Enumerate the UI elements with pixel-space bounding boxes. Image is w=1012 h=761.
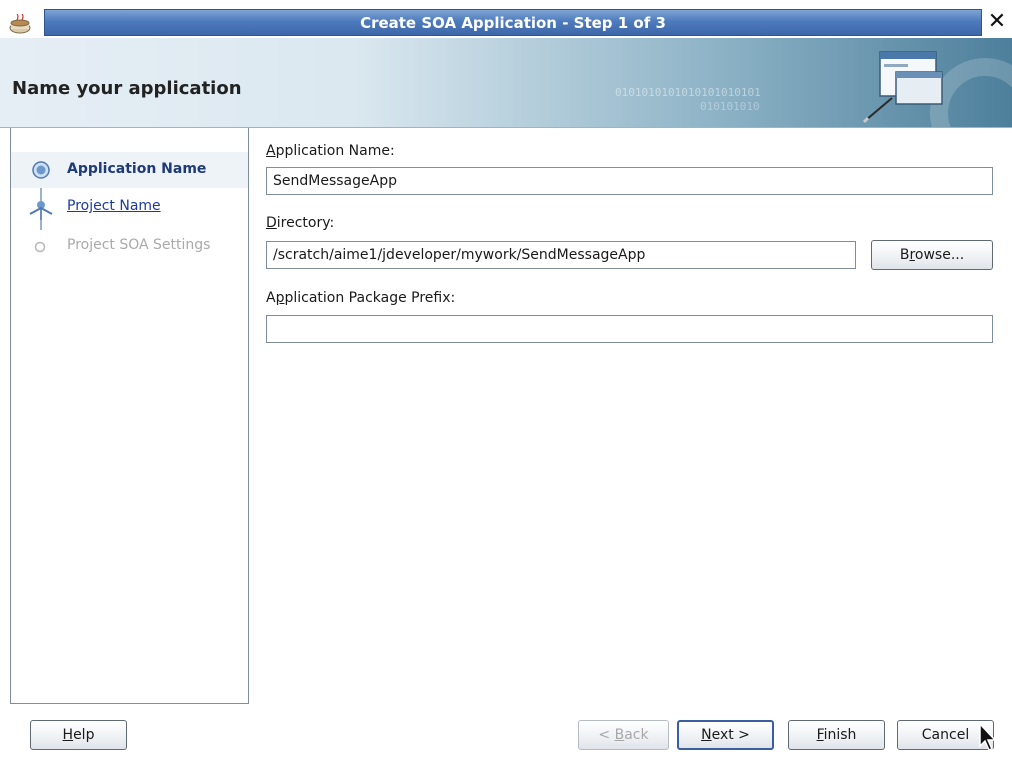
coffee-cup-icon [9, 14, 31, 34]
finish-button[interactable]: Finish [788, 720, 885, 750]
next-step-icon [29, 201, 53, 220]
btn-text: < [598, 727, 615, 743]
step-label: Application Name [67, 161, 207, 177]
label-text: pplication Name: [275, 143, 395, 159]
close-icon: ✕ [987, 9, 1007, 34]
title-bar: Create SOA Application - Step 1 of 3 ✕ [0, 0, 1012, 38]
back-button: < Back [578, 720, 669, 750]
title-bar-strip[interactable]: Create SOA Application - Step 1 of 3 [44, 9, 982, 36]
application-name-input[interactable]: SendMessageApp [266, 167, 993, 195]
current-step-icon [32, 161, 50, 179]
next-button[interactable]: Next > [677, 720, 774, 750]
label-text: plication Package Prefix: [284, 290, 456, 306]
package-prefix-input[interactable] [266, 315, 993, 343]
banner-binary-text-2: 010101010 [700, 100, 760, 113]
mnemonic: A [266, 143, 276, 159]
application-name-label: Application Name: [266, 143, 395, 159]
mnemonic: N [701, 727, 712, 743]
wizard-steps-panel: Application Name Project Name Project SO… [10, 128, 249, 704]
page-title: Name your application [12, 78, 242, 99]
label-text: irectory: [276, 215, 335, 231]
directory-label: Directory: [266, 215, 334, 231]
btn-text: inish [823, 727, 857, 743]
step-application-name[interactable]: Application Name [11, 152, 248, 188]
package-prefix-label: Application Package Prefix: [266, 290, 455, 306]
step-project-soa-settings: Project SOA Settings [11, 228, 248, 264]
step-label: Project Name [67, 198, 161, 214]
close-button[interactable]: ✕ [983, 8, 1011, 36]
mouse-cursor-icon [979, 722, 997, 751]
windows-wizard-icon [862, 51, 943, 124]
step-label: Project SOA Settings [67, 237, 211, 253]
directory-input[interactable]: /scratch/aime1/jdeveloper/mywork/SendMes… [266, 241, 856, 269]
browse-button[interactable]: Browse... [871, 240, 993, 270]
help-button[interactable]: Help [30, 720, 127, 750]
mnemonic: B [614, 727, 625, 743]
mnemonic: H [62, 727, 74, 743]
banner-binary-text: 0101010101010101010101 [615, 86, 761, 99]
btn-text: Cancel [921, 727, 970, 743]
mnemonic: F [816, 727, 824, 743]
step-project-name[interactable]: Project Name [11, 190, 248, 226]
btn-text: ack [624, 727, 649, 743]
btn-text: elp [73, 727, 95, 743]
window-title: Create SOA Application - Step 1 of 3 [360, 14, 666, 32]
btn-text: owse... [914, 247, 965, 263]
header-banner: Name your application 010101010101010101… [0, 38, 1012, 128]
label-text: A [266, 290, 276, 306]
mnemonic: D [266, 215, 277, 231]
disabled-step-icon [34, 241, 46, 253]
btn-text: B [899, 247, 910, 263]
btn-text: ext > [711, 727, 750, 743]
